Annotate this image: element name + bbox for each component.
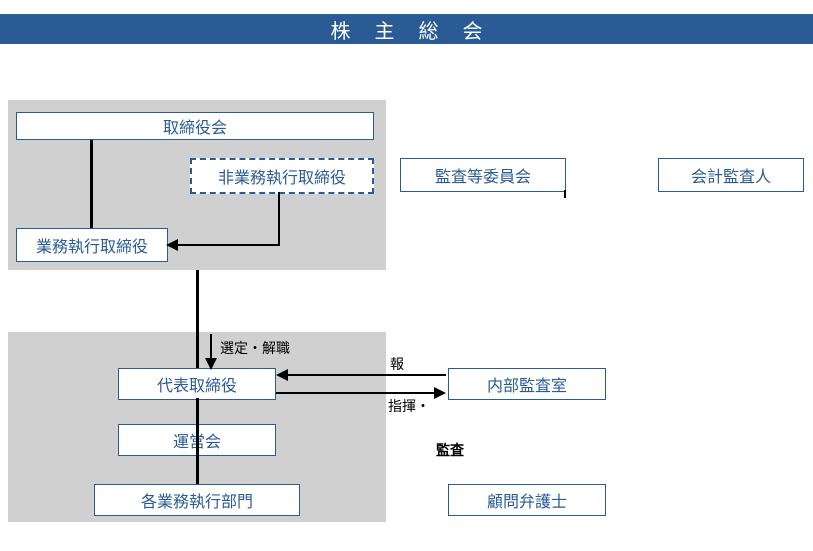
box-internal-audit: 内部監査室 (448, 368, 606, 400)
arrow-direct (434, 387, 446, 399)
box-board: 取締役会 (16, 112, 374, 140)
label-select-dismiss: 選定・解職 (220, 338, 290, 358)
line-nonexec-across (168, 244, 280, 246)
line-nonexec-down (278, 192, 280, 244)
box-rep-director: 代表取締役 (118, 368, 276, 400)
line-report (286, 374, 446, 376)
box-nonexec-director: 非業務執行取締役 (190, 158, 374, 194)
line-direct (276, 392, 436, 394)
line-board-exec (90, 140, 93, 228)
arrow-nonexec-to-exec (166, 239, 178, 251)
arrow-select-dismiss (205, 358, 217, 370)
label-direct: 指揮・ (388, 396, 430, 416)
box-audit-committee: 監査等委員会 (400, 158, 566, 192)
label-report: 報 (390, 354, 404, 374)
line-panels-link (196, 270, 199, 368)
line-rep-chain (196, 398, 199, 484)
stub-audit-committee (564, 190, 566, 198)
header-bar: 株主総会 (0, 14, 813, 44)
box-accounting-auditor: 会計監査人 (658, 158, 804, 192)
box-departments: 各業務執行部門 (94, 484, 300, 516)
box-legal-advisor: 顧問弁護士 (448, 484, 606, 516)
arrow-report (276, 369, 288, 381)
label-audit: 監査 (436, 440, 464, 460)
box-exec-director: 業務執行取締役 (16, 228, 168, 262)
diagram-canvas: 株主総会 取締役会 非業務執行取締役 監査等委員会 会計監査人 業務執行取締役 … (0, 0, 813, 551)
